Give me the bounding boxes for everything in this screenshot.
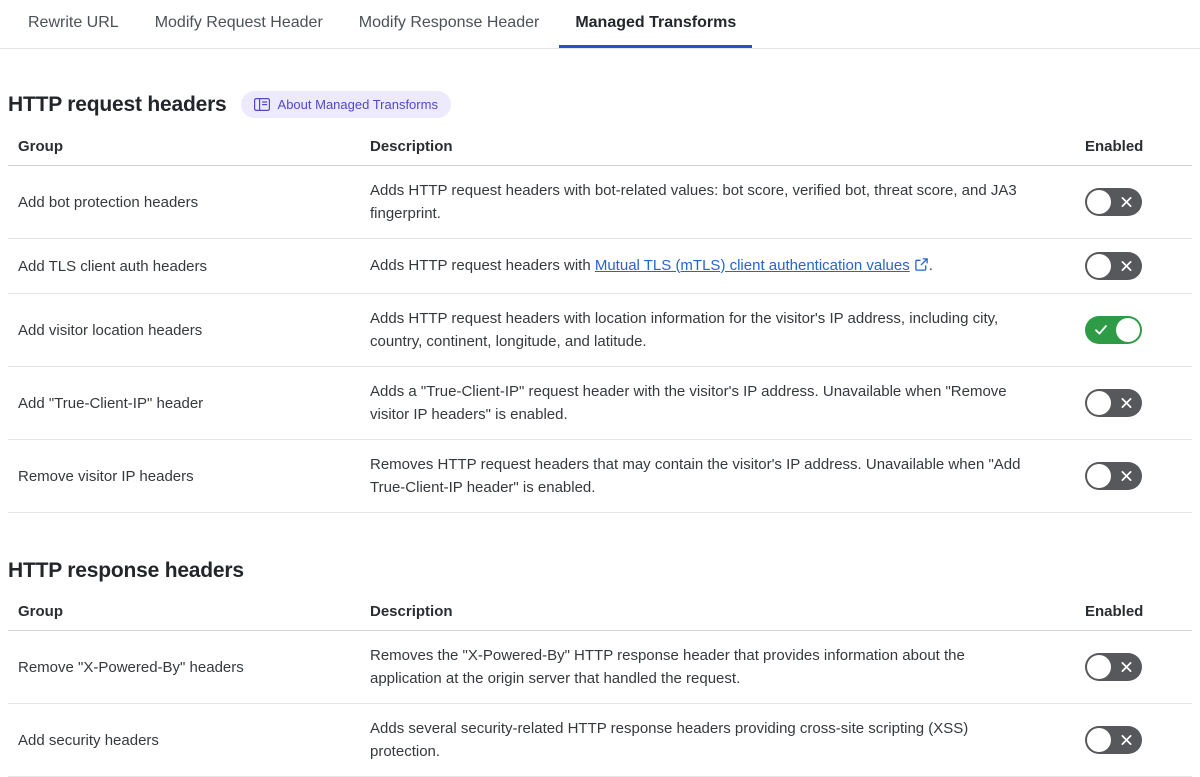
response-headers-title: HTTP response headers (8, 559, 244, 582)
table-row: Add visitor location headers Adds HTTP r… (8, 293, 1192, 367)
group-name: Add bot protection headers (8, 165, 360, 239)
column-header-group: Group (8, 591, 360, 631)
row-description: Adds HTTP request headers with Mutual TL… (360, 238, 1075, 294)
column-header-description: Description (360, 126, 1075, 166)
about-managed-transforms-badge[interactable]: About Managed Transforms (240, 91, 451, 118)
toggle-knob (1087, 728, 1111, 752)
group-name: Remove "X-Powered-By" headers (8, 630, 360, 704)
toggle-knob (1087, 254, 1111, 278)
x-icon (1120, 734, 1133, 747)
request-headers-section-head: HTTP request headers About Managed Trans… (8, 91, 1200, 118)
group-name: Add "True-Client-IP" header (8, 366, 360, 440)
toggle-add-visitor-location-headers[interactable] (1085, 316, 1142, 344)
toggle-knob (1087, 655, 1111, 679)
tab-managed-transforms[interactable]: Managed Transforms (559, 0, 753, 48)
toggle-knob (1087, 464, 1111, 488)
row-description: Adds a "True-Client-IP" request header w… (360, 366, 1075, 440)
description-text: Adds HTTP request headers with (370, 256, 595, 274)
response-headers-table: Group Description Enabled Remove "X-Powe… (8, 591, 1192, 777)
group-name: Add TLS client auth headers (8, 238, 360, 294)
toggle-add-bot-protection-headers[interactable] (1085, 188, 1142, 216)
external-link-icon[interactable] (914, 256, 929, 279)
column-header-group: Group (8, 126, 360, 166)
check-icon (1094, 324, 1108, 336)
row-description: Adds HTTP request headers with bot-relat… (360, 165, 1075, 239)
table-row: Add TLS client auth headers Adds HTTP re… (8, 238, 1192, 294)
tab-rewrite-url[interactable]: Rewrite URL (12, 0, 135, 48)
description-text: . (928, 256, 933, 274)
toggle-add-security-headers[interactable] (1085, 726, 1142, 754)
table-row: Add "True-Client-IP" header Adds a "True… (8, 366, 1192, 440)
tab-modify-response-header[interactable]: Modify Response Header (343, 0, 556, 48)
table-row: Add bot protection headers Adds HTTP req… (8, 165, 1192, 239)
tab-modify-request-header[interactable]: Modify Request Header (139, 0, 339, 48)
toggle-add-true-client-ip-header[interactable] (1085, 389, 1142, 417)
row-description: Removes the "X-Powered-By" HTTP response… (360, 630, 1075, 704)
badge-label: About Managed Transforms (277, 97, 438, 112)
book-icon (253, 98, 270, 112)
table-header-row: Group Description Enabled (8, 126, 1192, 166)
toggle-knob (1087, 391, 1111, 415)
x-icon (1120, 470, 1133, 483)
toggle-remove-x-powered-by-headers[interactable] (1085, 653, 1142, 681)
toggle-knob (1087, 190, 1111, 214)
row-description: Removes HTTP request headers that may co… (360, 439, 1075, 513)
table-row: Remove visitor IP headers Removes HTTP r… (8, 439, 1192, 513)
x-icon (1120, 397, 1133, 410)
table-row: Remove "X-Powered-By" headers Removes th… (8, 630, 1192, 704)
column-header-enabled: Enabled (1075, 591, 1192, 631)
toggle-remove-visitor-ip-headers[interactable] (1085, 462, 1142, 490)
group-name: Add security headers (8, 703, 360, 777)
toggle-knob (1116, 318, 1140, 342)
x-icon (1120, 260, 1133, 273)
column-header-description: Description (360, 591, 1075, 631)
request-headers-table: Group Description Enabled Add bot protec… (8, 126, 1192, 513)
toggle-add-tls-client-auth-headers[interactable] (1085, 252, 1142, 280)
transform-rules-tabbar: Rewrite URL Modify Request Header Modify… (0, 0, 1200, 49)
response-headers-section-head: HTTP response headers (8, 559, 1200, 583)
table-header-row: Group Description Enabled (8, 591, 1192, 631)
group-name: Remove visitor IP headers (8, 439, 360, 513)
group-name: Add visitor location headers (8, 293, 360, 367)
table-row: Add security headers Adds several securi… (8, 703, 1192, 777)
x-icon (1120, 196, 1133, 209)
x-icon (1120, 661, 1133, 674)
mtls-docs-link[interactable]: Mutual TLS (mTLS) client authentication … (595, 257, 910, 274)
row-description: Adds HTTP request headers with location … (360, 293, 1075, 367)
row-description: Adds several security-related HTTP respo… (360, 703, 1075, 777)
request-headers-title: HTTP request headers (8, 92, 227, 116)
column-header-enabled: Enabled (1075, 126, 1192, 166)
